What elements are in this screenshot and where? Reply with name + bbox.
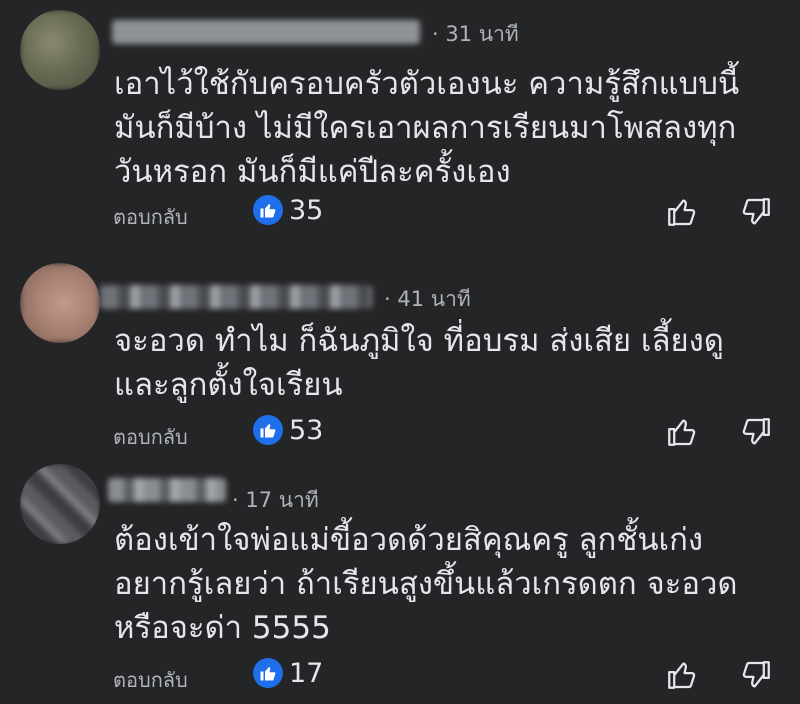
comment-text: เอาไว้ใช้กับครอบครัวตัวเองนะ ความรู้สึกแ… xyxy=(114,66,740,190)
commenter-name[interactable] xyxy=(100,285,372,309)
comment-actions: ตอบกลับ 17 xyxy=(113,658,793,698)
comment-actions: ตอบกลับ 35 xyxy=(113,195,793,235)
comment-timestamp[interactable]: · 41 นาที xyxy=(384,283,471,316)
commenter-name[interactable] xyxy=(108,478,226,502)
comment-timestamp[interactable]: · 17 นาที xyxy=(232,484,319,517)
like-count[interactable]: 17 xyxy=(289,658,323,690)
avatar[interactable] xyxy=(20,464,100,544)
like-icon xyxy=(253,195,283,225)
thumbs-down-icon[interactable] xyxy=(739,195,773,229)
thumbs-up-icon[interactable] xyxy=(665,658,699,692)
like-count[interactable]: 35 xyxy=(289,195,323,227)
thumbs-up-icon[interactable] xyxy=(665,195,699,229)
comment-timestamp[interactable]: · 31 นาที xyxy=(432,18,519,51)
thumbs-up-icon[interactable] xyxy=(665,415,699,449)
comment-item: · 17 นาที ต้องเข้าใจพ่อแม่ขี้อวดด้วยสิคุ… xyxy=(0,458,800,704)
thumbs-down-icon[interactable] xyxy=(739,658,773,692)
avatar[interactable] xyxy=(20,10,100,90)
like-icon xyxy=(253,415,283,445)
thumbs-down-icon[interactable] xyxy=(739,415,773,449)
avatar[interactable] xyxy=(20,263,100,343)
comment-item: · 31 นาที เอาไว้ใช้กับครอบครัวตัวเองนะ ค… xyxy=(0,0,800,232)
like-icon xyxy=(253,658,283,688)
comment-actions: ตอบกลับ 53 xyxy=(113,415,793,455)
reply-button[interactable]: ตอบกลับ xyxy=(113,664,188,696)
commenter-name[interactable] xyxy=(112,20,420,44)
reply-button[interactable]: ตอบกลับ xyxy=(113,201,188,233)
reply-button[interactable]: ตอบกลับ xyxy=(113,421,188,453)
comment-text: จะอวด ทำไม ก็ฉันภูมิใจ ที่อบรม ส่งเสีย เ… xyxy=(114,323,724,403)
comment-text: ต้องเข้าใจพ่อแม่ขี้อวดด้วยสิคุณครู ลูกชั… xyxy=(114,522,738,646)
comment-item: · 41 นาที จะอวด ทำไม ก็ฉันภูมิใจ ที่อบรม… xyxy=(0,255,800,455)
like-count[interactable]: 53 xyxy=(289,415,323,447)
